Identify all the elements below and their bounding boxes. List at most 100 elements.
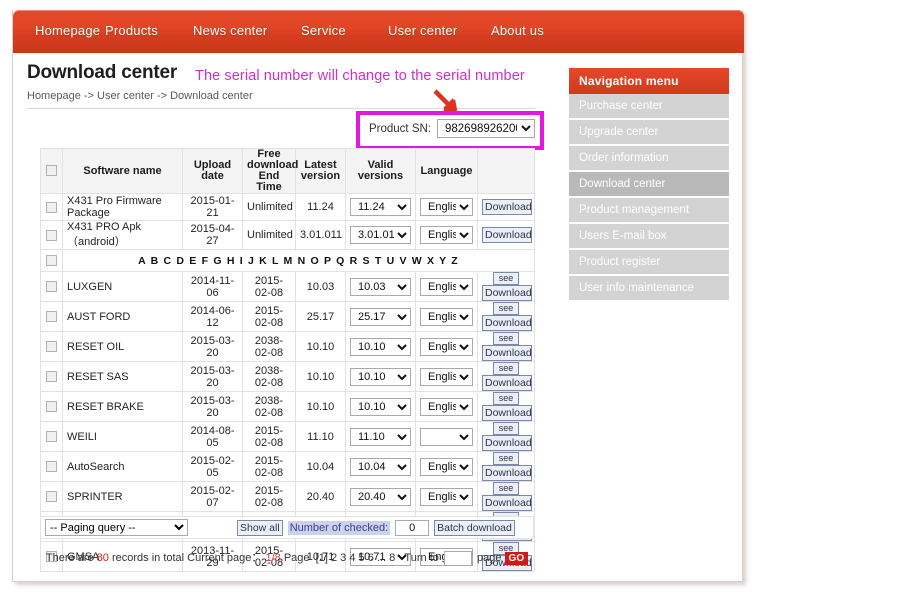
row-checkbox[interactable]: [46, 491, 57, 502]
row-checkbox[interactable]: [46, 202, 57, 213]
download-button[interactable]: Download: [482, 345, 532, 361]
cell-language: English: [416, 194, 478, 221]
pager-page-word: Page: [284, 552, 310, 564]
navmenu-item-users-e-mail-box[interactable]: Users E-mail box: [569, 224, 729, 250]
language-select[interactable]: English: [420, 338, 473, 356]
cell-valid-versions: 3.01.011: [346, 221, 416, 250]
see-button[interactable]: see: [493, 362, 519, 375]
cell-software-name: X431 PRO Apk（android）: [63, 221, 183, 250]
valid-version-select[interactable]: 10.10: [350, 368, 411, 386]
cell-valid-versions: 10.10: [346, 332, 416, 362]
pager-link-2[interactable]: 3: [340, 552, 346, 564]
batch-download-button[interactable]: Batch download: [434, 520, 515, 536]
header-valid-versions: Valid versions: [346, 149, 416, 194]
row-checkbox[interactable]: [46, 401, 57, 412]
language-select[interactable]: English: [420, 308, 473, 326]
pager-link-0[interactable]: [1]: [316, 552, 328, 564]
cell-language: English: [416, 332, 478, 362]
valid-version-select[interactable]: 10.03: [350, 278, 411, 296]
cell-software-name: RESET SAS: [63, 362, 183, 392]
download-button[interactable]: Download: [482, 375, 532, 391]
product-sn-select[interactable]: 982698926200: [437, 119, 535, 138]
navmenu-item-product-register[interactable]: Product register: [569, 250, 729, 276]
cell-language: English: [416, 272, 478, 302]
language-select[interactable]: English: [420, 458, 473, 476]
language-select[interactable]: English: [420, 278, 473, 296]
row-checkbox-cell: [41, 272, 63, 302]
navmenu-item-product-management[interactable]: Product management: [569, 198, 729, 224]
see-button[interactable]: see: [493, 392, 519, 405]
valid-version-select[interactable]: 11.10: [350, 428, 411, 446]
language-select[interactable]: English: [420, 368, 473, 386]
cell-actions: Download: [478, 194, 535, 221]
see-button[interactable]: see: [493, 332, 519, 345]
valid-version-select[interactable]: 10.04: [350, 458, 411, 476]
download-button[interactable]: Download: [482, 315, 532, 331]
row-checkbox[interactable]: [46, 461, 57, 472]
language-select[interactable]: English: [420, 398, 473, 416]
valid-version-select[interactable]: 11.24: [350, 198, 411, 216]
paging-query-select[interactable]: -- Paging query --: [45, 519, 188, 536]
pager-turn-to-label: Turn to: [404, 552, 438, 564]
navmenu-item-download-center[interactable]: Download center: [569, 172, 729, 198]
nav-item-homepage[interactable]: Homepage: [35, 23, 100, 38]
row-checkbox[interactable]: [46, 431, 57, 442]
show-all-button[interactable]: Show all: [237, 520, 283, 536]
navmenu-item-upgrade-center[interactable]: Upgrade center: [569, 120, 729, 146]
nav-item-about-us[interactable]: About us: [491, 23, 544, 38]
download-button[interactable]: Download: [482, 435, 532, 451]
pager-link-4[interactable]: 5: [359, 552, 365, 564]
pager-link-5[interactable]: 6: [368, 552, 374, 564]
cell-free-download-end-time: 2015-02-08: [243, 272, 296, 302]
navmenu-item-user-info-maintenance[interactable]: User info maintenance: [569, 276, 729, 302]
download-button[interactable]: Download: [482, 199, 532, 215]
see-button[interactable]: see: [493, 482, 519, 495]
cell-valid-versions: 10.10: [346, 362, 416, 392]
header-latest-version: Latestversion: [296, 149, 346, 194]
nav-item-user-center[interactable]: User center: [388, 23, 457, 38]
cell-latest-version: 11.10: [296, 422, 346, 452]
language-select[interactable]: English: [420, 488, 473, 506]
pager-link-7[interactable]: 8: [389, 552, 395, 564]
see-button[interactable]: see: [493, 452, 519, 465]
pager-link-6[interactable]: ...: [377, 552, 386, 564]
download-button[interactable]: Download: [482, 285, 532, 301]
download-button[interactable]: Download: [482, 495, 532, 511]
valid-version-select[interactable]: 10.10: [350, 338, 411, 356]
see-button[interactable]: see: [493, 422, 519, 435]
cell-upload-date: 2014-08-05: [183, 422, 243, 452]
language-select[interactable]: English: [420, 198, 473, 216]
row-checkbox[interactable]: [46, 281, 57, 292]
download-button[interactable]: Download: [482, 465, 532, 481]
alphabet-letters[interactable]: A B C D E F G H I J K L M N O P Q R S T …: [63, 250, 535, 272]
valid-version-select[interactable]: 10.10: [350, 398, 411, 416]
language-select[interactable]: English: [420, 226, 473, 244]
row-checkbox[interactable]: [46, 311, 57, 322]
top-navigation-bar: Homepage Products News center Service User c…: [13, 10, 744, 53]
nav-item-products[interactable]: Products: [105, 23, 158, 38]
nav-item-news-center[interactable]: News center: [193, 23, 267, 38]
pager-page-input[interactable]: [444, 551, 472, 566]
select-all-checkbox[interactable]: [46, 165, 57, 176]
pager-go-button[interactable]: GO: [505, 552, 529, 565]
row-checkbox[interactable]: [46, 371, 57, 382]
language-select[interactable]: [420, 428, 473, 446]
pager-link-3[interactable]: 4: [349, 552, 355, 564]
row-checkbox[interactable]: [46, 230, 57, 241]
pager-link-1[interactable]: 2: [331, 552, 337, 564]
cell-actions: seeDownload: [478, 392, 535, 422]
download-button[interactable]: Download: [482, 227, 532, 243]
see-button[interactable]: see: [493, 302, 519, 315]
cell-software-name: WEILI: [63, 422, 183, 452]
navmenu-item-order-information[interactable]: Order information: [569, 146, 729, 172]
valid-version-select[interactable]: 25.17: [350, 308, 411, 326]
row-checkbox[interactable]: [46, 341, 57, 352]
cell-latest-version: 11.24: [296, 194, 346, 221]
see-button[interactable]: see: [493, 272, 519, 285]
row-checkbox[interactable]: [46, 255, 57, 266]
nav-item-service[interactable]: Service: [301, 23, 346, 38]
valid-version-select[interactable]: 20.40: [350, 488, 411, 506]
valid-version-select[interactable]: 3.01.011: [350, 226, 411, 244]
download-button[interactable]: Download: [482, 405, 532, 421]
navmenu-item-purchase-center[interactable]: Purchase center: [569, 94, 729, 120]
